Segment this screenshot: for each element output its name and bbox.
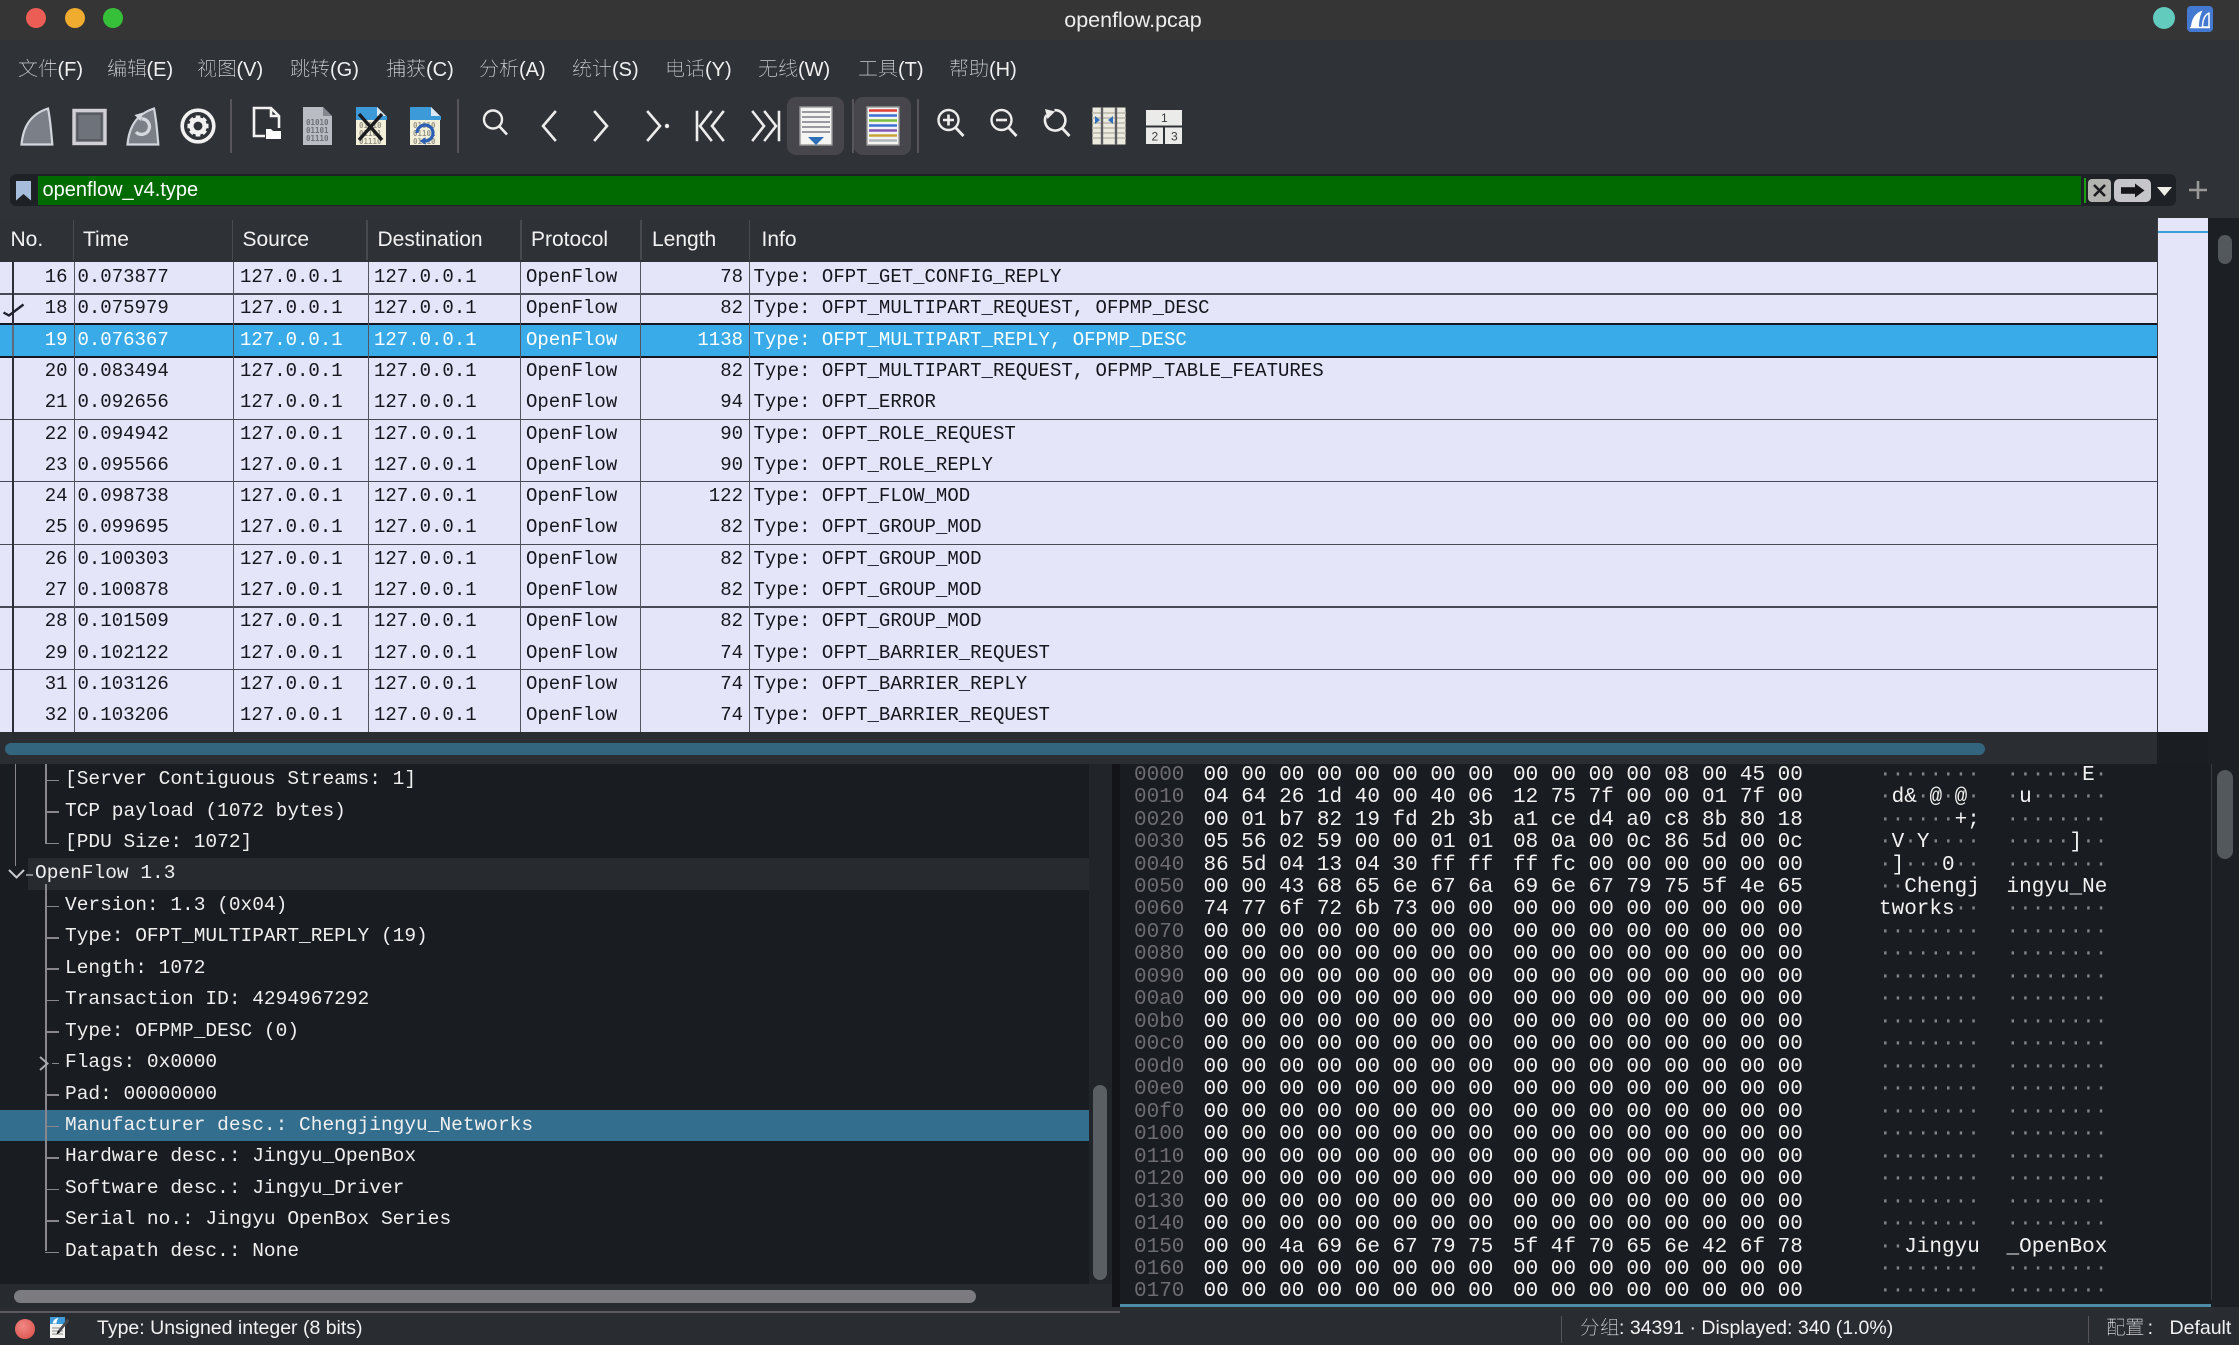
svg-text:1: 1 [1161,111,1168,125]
svg-text:2: 2 [1152,130,1159,144]
svg-text:01110: 01110 [306,134,329,143]
svg-text:3: 3 [1171,130,1178,144]
